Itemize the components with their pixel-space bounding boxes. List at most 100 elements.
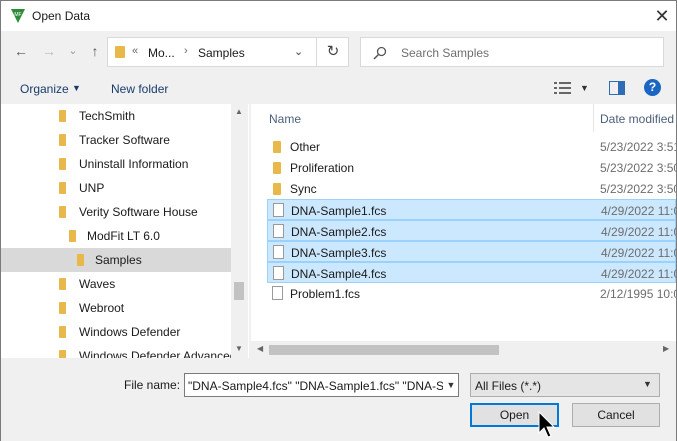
navigation-pane[interactable]: TechSmith Tracker Software Uninstall Infor… (1, 104, 249, 358)
column-header-date-modified[interactable]: Date modified (600, 112, 674, 126)
folder-icon (59, 302, 66, 314)
tree-item[interactable]: Webroot (1, 296, 231, 320)
scroll-up-icon[interactable]: ▲ (235, 107, 243, 116)
file-icon (272, 286, 283, 300)
preview-pane-icon[interactable] (609, 81, 625, 95)
view-options-icon[interactable] (554, 81, 572, 95)
file-row[interactable]: DNA-Sample4.fcs 4/29/2022 11:0 (267, 262, 676, 283)
folder-icon (59, 158, 66, 170)
scrollbar-thumb[interactable] (234, 282, 244, 300)
organize-dropdown-icon[interactable]: ▼ (72, 83, 81, 93)
tree-item-label: Waves (79, 277, 116, 291)
folder-icon (59, 278, 66, 290)
file-name-value: "DNA-Sample4.fcs" "DNA-Sample1.fcs" "DNA… (188, 379, 445, 393)
file-list[interactable]: Name Date modified Other 5/23/2022 3:51 Pr… (251, 104, 676, 358)
tree-item-label: TechSmith (79, 109, 136, 123)
forward-arrow-icon[interactable]: → (39, 41, 59, 61)
window-title: Open Data (32, 9, 91, 23)
folder-icon (59, 134, 66, 146)
file-type-select[interactable]: All Files (*.*) ▼ (470, 373, 660, 397)
breadcrumb-segment[interactable]: Samples (198, 46, 245, 60)
folder-icon (59, 206, 66, 218)
scroll-right-icon[interactable]: ▶ (663, 344, 669, 353)
navigation-pane-scrollbar[interactable]: ▲ ▼ (231, 104, 248, 358)
breadcrumb-segment[interactable]: Mo... (148, 46, 175, 60)
tree-item[interactable]: ModFit LT 6.0 (1, 224, 231, 248)
file-name: Sync (290, 182, 317, 196)
file-icon (273, 203, 284, 217)
file-date-modified: 4/29/2022 11:0 (601, 204, 676, 218)
file-date-modified: 4/29/2022 11:0 (601, 225, 676, 239)
scroll-left-icon[interactable]: ◀ (257, 344, 263, 353)
file-row[interactable]: Other 5/23/2022 3:51 (267, 136, 676, 157)
column-divider[interactable] (593, 104, 594, 132)
file-date-modified: 5/23/2022 3:50 (600, 182, 676, 196)
file-row[interactable]: Proliferation 5/23/2022 3:50 (267, 157, 676, 178)
organize-button[interactable]: Organize (20, 82, 69, 96)
file-row[interactable]: Problem1.fcs 2/12/1995 10:0 (267, 283, 676, 304)
file-list-scrollbar[interactable]: ◀ ▶ (251, 341, 676, 358)
file-row[interactable]: DNA-Sample1.fcs 4/29/2022 11:0 (267, 199, 676, 220)
file-icon (273, 224, 284, 238)
tree-item[interactable]: TechSmith (1, 104, 231, 128)
folder-icon (59, 182, 66, 194)
folder-icon (59, 326, 66, 338)
file-date-modified: 2/12/1995 10:0 (600, 287, 676, 301)
file-name-dropdown-icon[interactable]: ▼ (443, 374, 458, 396)
tree-item[interactable]: Waves (1, 272, 231, 296)
help-icon[interactable]: ? (644, 79, 661, 96)
file-name: Proliferation (290, 161, 355, 175)
tree-item[interactable]: Samples (1, 248, 231, 272)
tree-item-label: Samples (95, 253, 142, 267)
scrollbar-thumb[interactable] (269, 345, 499, 355)
folder-icon (69, 230, 76, 242)
command-bar: Organize ▼ New folder ▼ ? (1, 71, 676, 104)
file-type-dropdown-icon[interactable]: ▼ (643, 379, 652, 389)
tree-item-label: Webroot (79, 301, 125, 315)
tree-item[interactable]: Uninstall Information (1, 152, 231, 176)
tree-item[interactable]: Windows Defender Advanced (1, 344, 236, 358)
file-name: DNA-Sample1.fcs (291, 204, 387, 218)
file-date-modified: 5/23/2022 3:50 (600, 161, 676, 175)
file-name-input[interactable]: "DNA-Sample4.fcs" "DNA-Sample1.fcs" "DNA… (184, 373, 459, 397)
tree-item[interactable]: Verity Software House (1, 200, 231, 224)
view-dropdown-icon[interactable]: ▼ (580, 83, 589, 93)
file-row[interactable]: DNA-Sample2.fcs 4/29/2022 11:0 (267, 220, 676, 241)
address-bar[interactable]: « Mo... › Samples ⌄ ↻ (107, 37, 349, 67)
refresh-icon[interactable]: ↻ (316, 37, 349, 67)
tree-item[interactable]: Tracker Software (1, 128, 231, 152)
cancel-button[interactable]: Cancel (572, 403, 660, 427)
file-row[interactable]: Sync 5/23/2022 3:50 (267, 178, 676, 199)
back-arrow-icon[interactable]: ← (11, 41, 31, 61)
file-row[interactable]: DNA-Sample3.fcs 4/29/2022 11:0 (267, 241, 676, 262)
up-arrow-icon[interactable]: ↑ (85, 41, 105, 61)
title-bar: MF Open Data ✕ (1, 1, 676, 31)
tree-item[interactable]: Windows Defender (1, 320, 231, 344)
file-name: Problem1.fcs (290, 287, 361, 301)
recent-locations-icon[interactable]: ⌄ (63, 41, 83, 61)
file-date-modified: 4/29/2022 11:0 (601, 267, 676, 281)
file-name: DNA-Sample3.fcs (291, 246, 387, 260)
close-icon[interactable]: ✕ (651, 5, 673, 27)
address-overflow-icon[interactable]: « (132, 45, 138, 57)
new-folder-button[interactable]: New folder (111, 82, 168, 96)
file-date-modified: 4/29/2022 11:0 (601, 246, 676, 260)
tree-item-label: Uninstall Information (79, 157, 189, 171)
tree-item[interactable]: UNP (1, 176, 231, 200)
tree-item-label: UNP (79, 181, 105, 195)
breadcrumb-separator-icon[interactable]: › (184, 45, 188, 57)
search-input[interactable]: Search Samples (360, 37, 664, 67)
file-name: Other (290, 140, 321, 154)
folder-icon (115, 46, 125, 58)
open-data-dialog: MF Open Data ✕ ← → ⌄ ↑ « Mo... › Samples… (0, 0, 677, 441)
search-placeholder: Search Samples (401, 46, 490, 60)
folder-icon (273, 141, 281, 153)
folder-icon (273, 162, 281, 174)
file-icon (273, 266, 284, 280)
column-header-name[interactable]: Name (269, 112, 301, 126)
address-dropdown-icon[interactable]: ⌄ (294, 45, 303, 58)
navigation-bar: ← → ⌄ ↑ « Mo... › Samples ⌄ ↻ Search Sam… (1, 31, 676, 71)
file-name: DNA-Sample4.fcs (291, 267, 387, 281)
scroll-down-icon[interactable]: ▼ (235, 344, 243, 353)
folder-icon (59, 110, 66, 122)
